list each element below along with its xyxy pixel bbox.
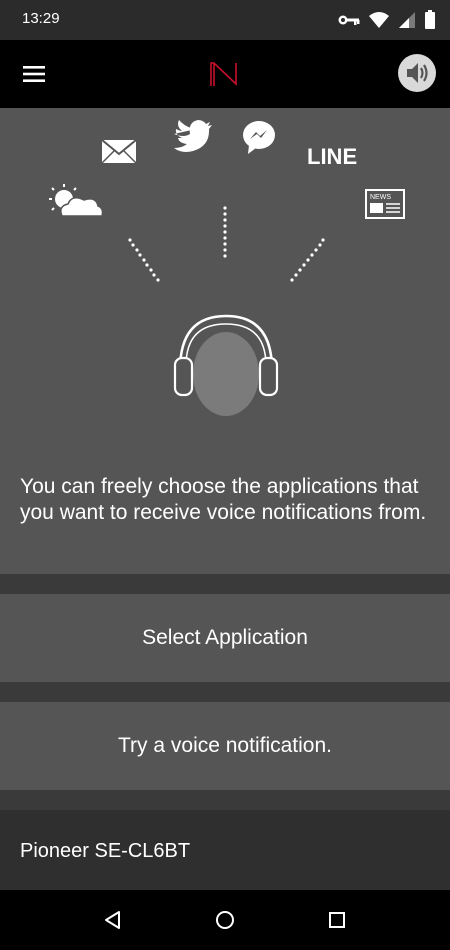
section-divider: [0, 574, 450, 594]
twitter-icon: [174, 120, 212, 152]
hero-description: You can freely choose the applications t…: [20, 475, 427, 524]
app-bar: [0, 40, 450, 108]
app-logo: [210, 62, 237, 86]
section-divider: [0, 790, 450, 810]
line-label: LINE: [307, 144, 357, 169]
svg-text:NEWS: NEWS: [370, 194, 391, 201]
battery-icon: [425, 10, 435, 29]
select-application-button[interactable]: Select Application: [0, 594, 450, 682]
mail-icon: [101, 139, 137, 164]
hero-illustration: LINE NEWS: [49, 120, 405, 416]
weather-icon: [49, 184, 104, 217]
nav-bar: [0, 890, 450, 950]
speaker-icon: [407, 63, 428, 83]
hero-panel: LINE NEWS You can freely choose the appl…: [0, 108, 450, 574]
device-bar[interactable]: Pioneer SE-CL6BT: [0, 810, 450, 890]
section-divider: [0, 682, 450, 702]
messenger-icon: [243, 121, 275, 154]
headphones-head-illustration: [173, 314, 279, 416]
news-icon: NEWS: [365, 189, 405, 219]
try-voice-notification-button[interactable]: Try a voice notification.: [0, 702, 450, 790]
status-icons: [338, 10, 436, 30]
wifi-icon: [369, 12, 389, 28]
hamburger-menu-icon[interactable]: [20, 62, 50, 86]
sound-dots: [128, 206, 325, 282]
status-bar: 13:29: [0, 0, 450, 40]
recents-icon[interactable]: [325, 908, 349, 932]
status-time: 13:29: [22, 10, 60, 27]
vpn-key-icon: [338, 15, 360, 25]
speaker-button[interactable]: [398, 54, 436, 92]
home-icon[interactable]: [213, 908, 237, 932]
device-name: Pioneer SE-CL6BT: [20, 840, 191, 862]
back-icon[interactable]: [101, 908, 125, 932]
signal-icon: [399, 12, 415, 28]
